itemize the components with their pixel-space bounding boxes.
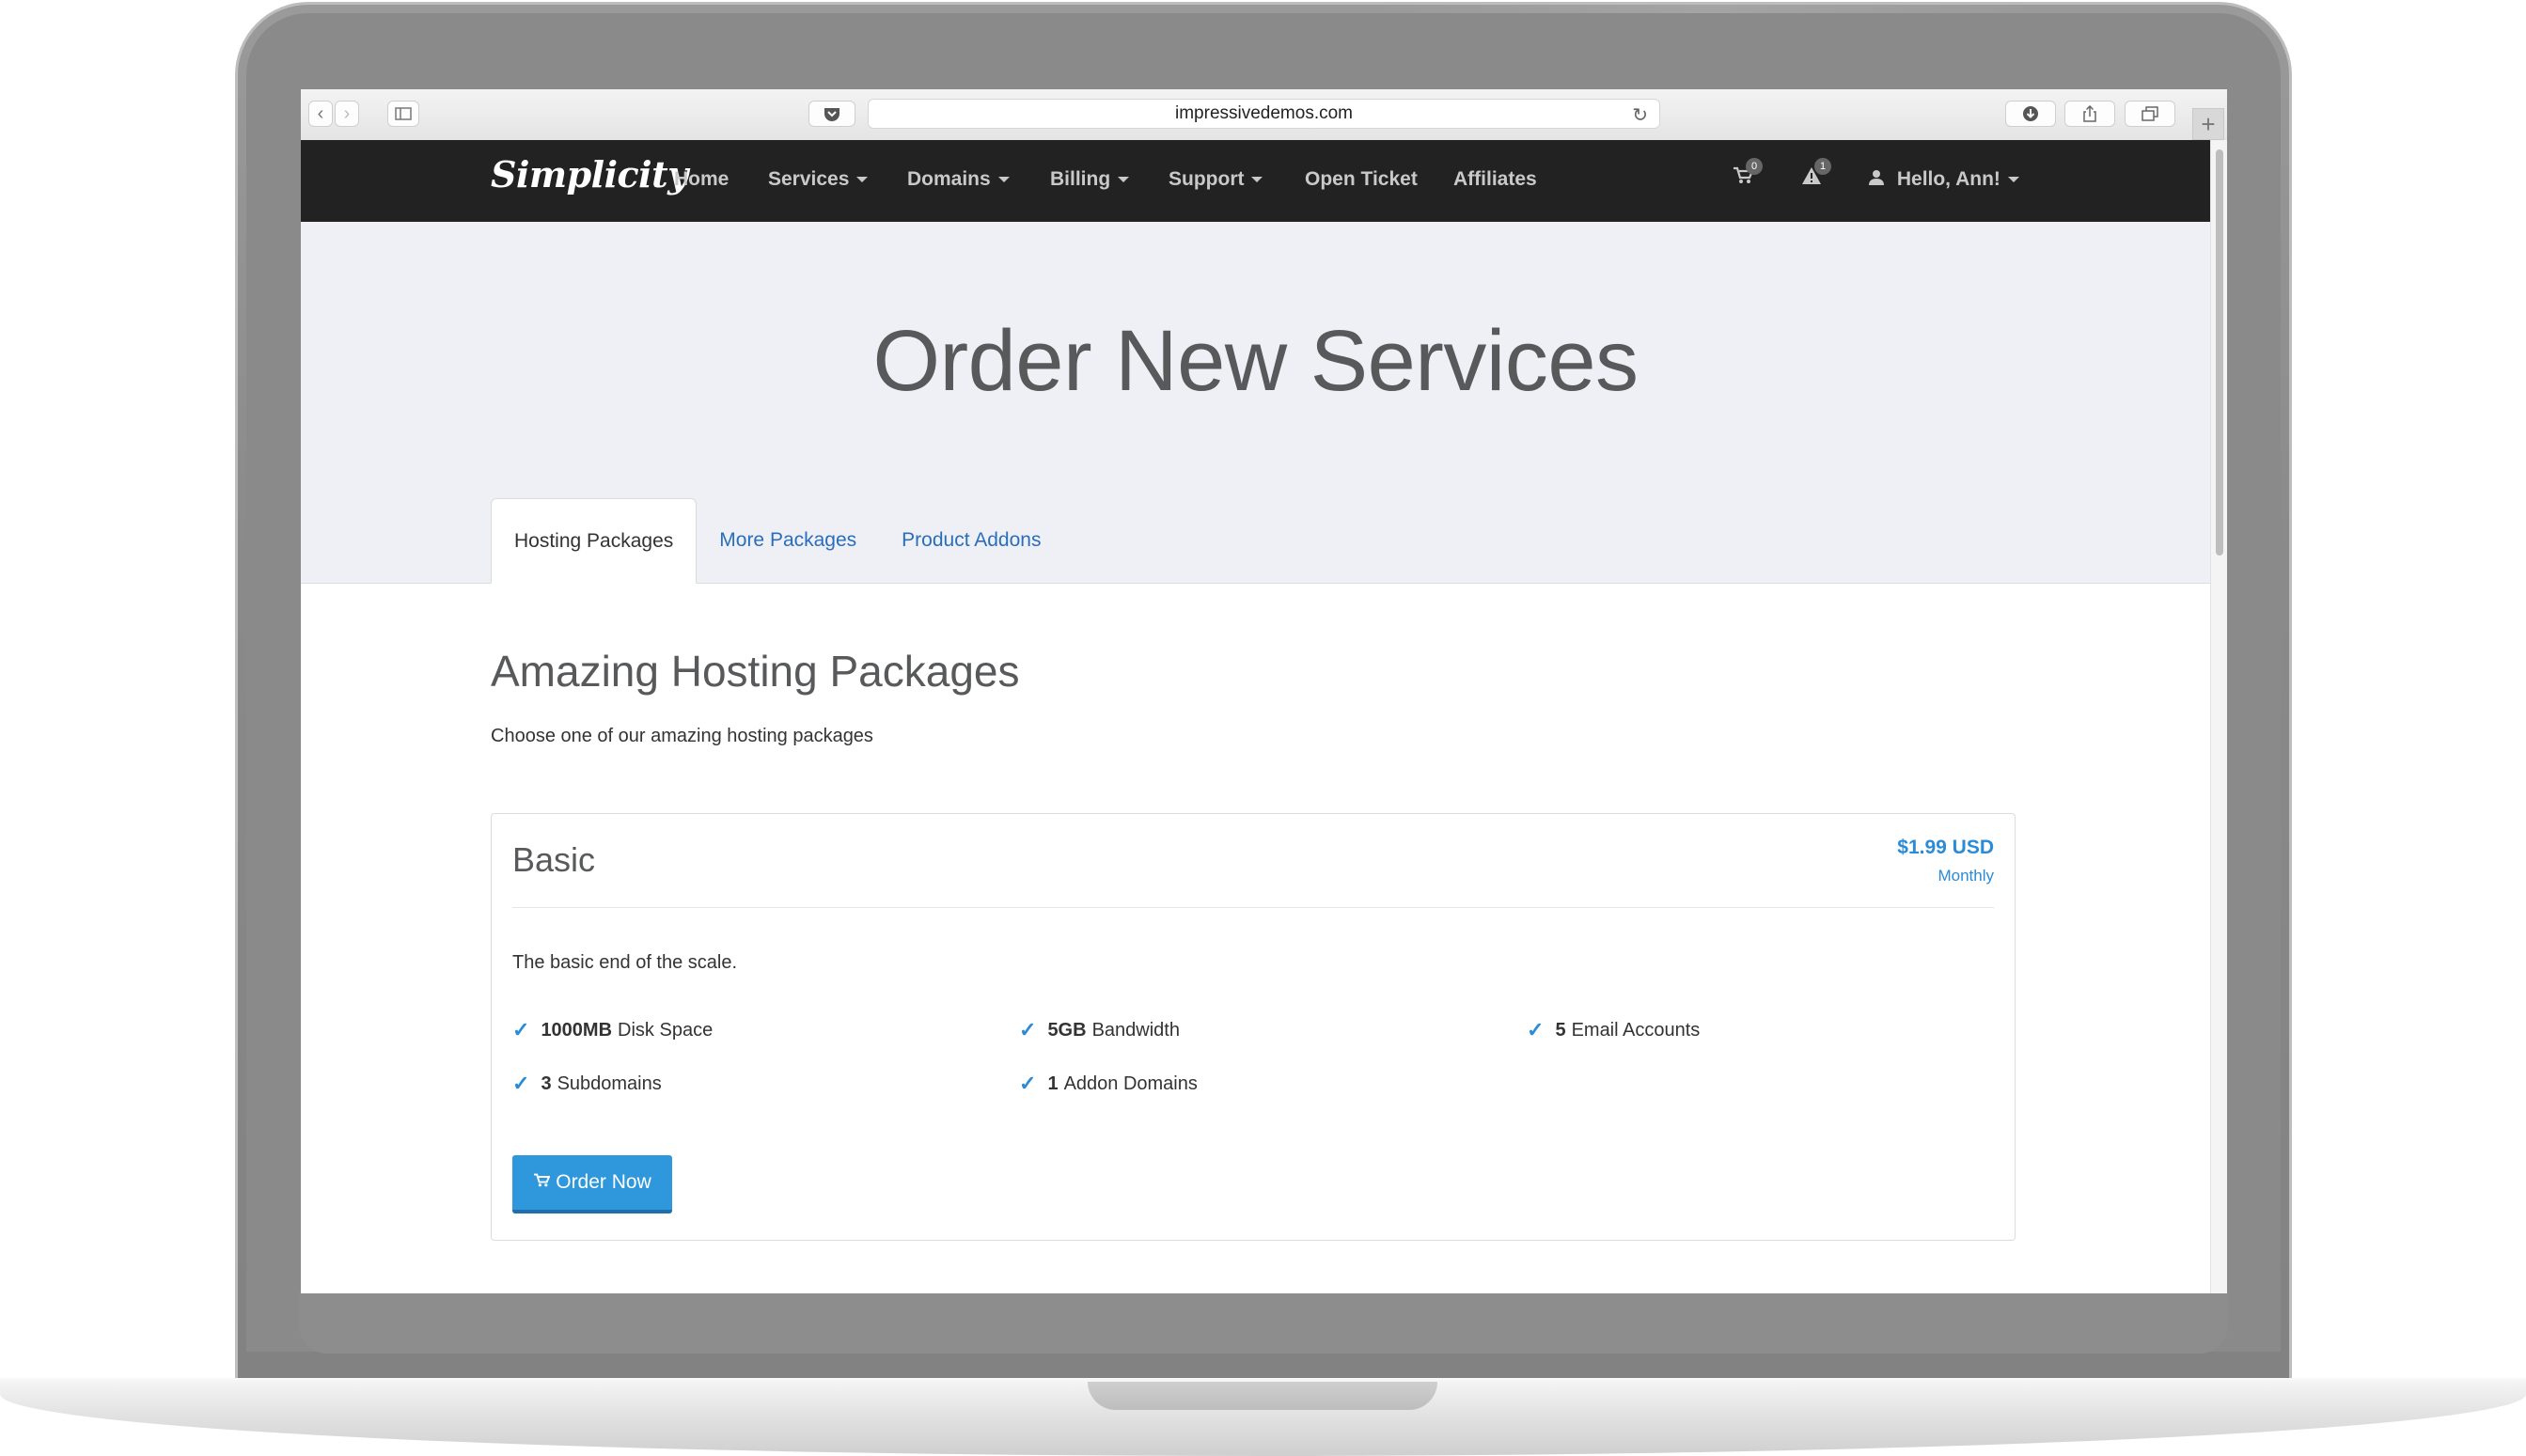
check-icon: ✓: [1019, 1018, 1037, 1041]
nav-open-ticket-label: Open Ticket: [1305, 168, 1418, 190]
feature-label: Subdomains: [557, 1072, 662, 1094]
feature-item: ✓ 5 Email Accounts: [1527, 1018, 1700, 1042]
screen: ‹ › impressivedemos.com ↻ + Simplicity H…: [301, 89, 2227, 1293]
user-icon: [1869, 168, 1890, 190]
nav-home[interactable]: Home: [674, 168, 729, 191]
feature-item: ✓ 1000MB Disk Space: [512, 1018, 713, 1042]
order-now-label: Order Now: [556, 1171, 651, 1193]
tab-hosting-packages[interactable]: Hosting Packages: [491, 498, 698, 584]
tab-product-addons[interactable]: Product Addons: [879, 498, 1063, 583]
tab-more-packages[interactable]: More Packages: [697, 498, 879, 583]
feature-item: ✓ 5GB Bandwidth: [1019, 1018, 1180, 1042]
feature-value: 1: [1047, 1072, 1059, 1094]
scrollbar[interactable]: [2210, 140, 2227, 1293]
nav-support[interactable]: Support: [1169, 168, 1263, 191]
laptop-notch: [1088, 1382, 1437, 1410]
browser-toolbar: ‹ › impressivedemos.com ↻ +: [301, 89, 2227, 141]
nav-affiliates-label: Affiliates: [1453, 168, 1537, 190]
check-icon: ✓: [1527, 1018, 1545, 1041]
feature-value: 5GB: [1047, 1019, 1087, 1041]
caret-down-icon: [997, 177, 1010, 183]
tab-bar: Hosting Packages More Packages Product A…: [491, 498, 1063, 584]
share-icon[interactable]: [2064, 101, 2115, 127]
caret-down-icon: [856, 177, 869, 183]
feature-value: 3: [541, 1072, 552, 1094]
url-bar[interactable]: impressivedemos.com ↻: [868, 99, 1660, 129]
back-icon[interactable]: ‹: [308, 101, 333, 127]
cart-icon[interactable]: 0: [1733, 158, 1763, 192]
cart-icon: [533, 1172, 551, 1194]
tab-label: Hosting Packages: [514, 529, 674, 552]
order-now-button[interactable]: Order Now: [512, 1155, 672, 1213]
nav-support-label: Support: [1169, 168, 1245, 190]
forward-icon[interactable]: ›: [335, 101, 359, 127]
notification-count-badge: 1: [1814, 158, 1831, 175]
divider: [512, 907, 1994, 908]
feature-label: Email Accounts: [1571, 1019, 1701, 1041]
page-header: Order New Services Hosting Packages More…: [301, 222, 2210, 584]
nav-services[interactable]: Services: [768, 168, 869, 191]
tab-label: Product Addons: [902, 529, 1042, 551]
nav-domains[interactable]: Domains: [907, 168, 1010, 191]
feature-value: 5: [1555, 1019, 1566, 1041]
section-subtitle: Choose one of our amazing hosting packag…: [491, 726, 873, 746]
reload-icon[interactable]: ↻: [1632, 103, 1648, 127]
brand-logo[interactable]: Simplicity: [491, 153, 688, 196]
bezel-chin: [299, 1292, 2228, 1354]
new-tab-button[interactable]: +: [2192, 108, 2224, 140]
cart-count-badge: 0: [1746, 158, 1763, 175]
billing-cycle: Monthly: [1938, 867, 1994, 885]
nav-domains-label: Domains: [907, 168, 991, 190]
check-icon: ✓: [512, 1018, 530, 1041]
feature-label: Bandwidth: [1091, 1019, 1180, 1041]
site-navbar: Simplicity Home Services Domains Billing…: [301, 140, 2210, 222]
warning-icon[interactable]: 1: [1801, 158, 1831, 192]
user-greeting: Hello, Ann!: [1896, 168, 2000, 190]
pocket-icon[interactable]: [808, 101, 855, 127]
nav-home-label: Home: [674, 168, 730, 190]
nav-affiliates[interactable]: Affiliates: [1453, 168, 1537, 191]
caret-down-icon: [1118, 177, 1130, 183]
user-menu[interactable]: Hello, Ann!: [1869, 168, 2019, 191]
tab-label: More Packages: [719, 529, 857, 551]
product-card: Basic $1.99 USD Monthly The basic end of…: [491, 813, 2016, 1241]
product-description: The basic end of the scale.: [512, 952, 738, 973]
check-icon: ✓: [512, 1072, 530, 1095]
feature-label: Addon Domains: [1063, 1072, 1198, 1094]
feature-value: 1000MB: [541, 1019, 613, 1041]
product-price: $1.99 USD: [1897, 837, 1994, 858]
nav-billing[interactable]: Billing: [1050, 168, 1130, 191]
feature-item: ✓ 1 Addon Domains: [1019, 1072, 1198, 1096]
scroll-thumb[interactable]: [2216, 149, 2223, 556]
feature-item: ✓ 3 Subdomains: [512, 1072, 662, 1096]
nav-open-ticket[interactable]: Open Ticket: [1305, 168, 1418, 191]
caret-down-icon: [1251, 177, 1263, 183]
feature-label: Disk Space: [618, 1019, 714, 1041]
section-title: Amazing Hosting Packages: [491, 647, 1020, 696]
url-text: impressivedemos.com: [1175, 103, 1353, 123]
check-icon: ✓: [1019, 1072, 1037, 1095]
tabs-overview-icon[interactable]: [2125, 101, 2175, 127]
caret-down-icon: [2007, 177, 2019, 183]
downloads-icon[interactable]: [2005, 101, 2056, 127]
product-name: Basic: [512, 840, 596, 879]
sidebar-icon[interactable]: [387, 101, 419, 127]
page-title: Order New Services: [872, 313, 1639, 409]
nav-services-label: Services: [768, 168, 850, 190]
nav-billing-label: Billing: [1050, 168, 1111, 190]
